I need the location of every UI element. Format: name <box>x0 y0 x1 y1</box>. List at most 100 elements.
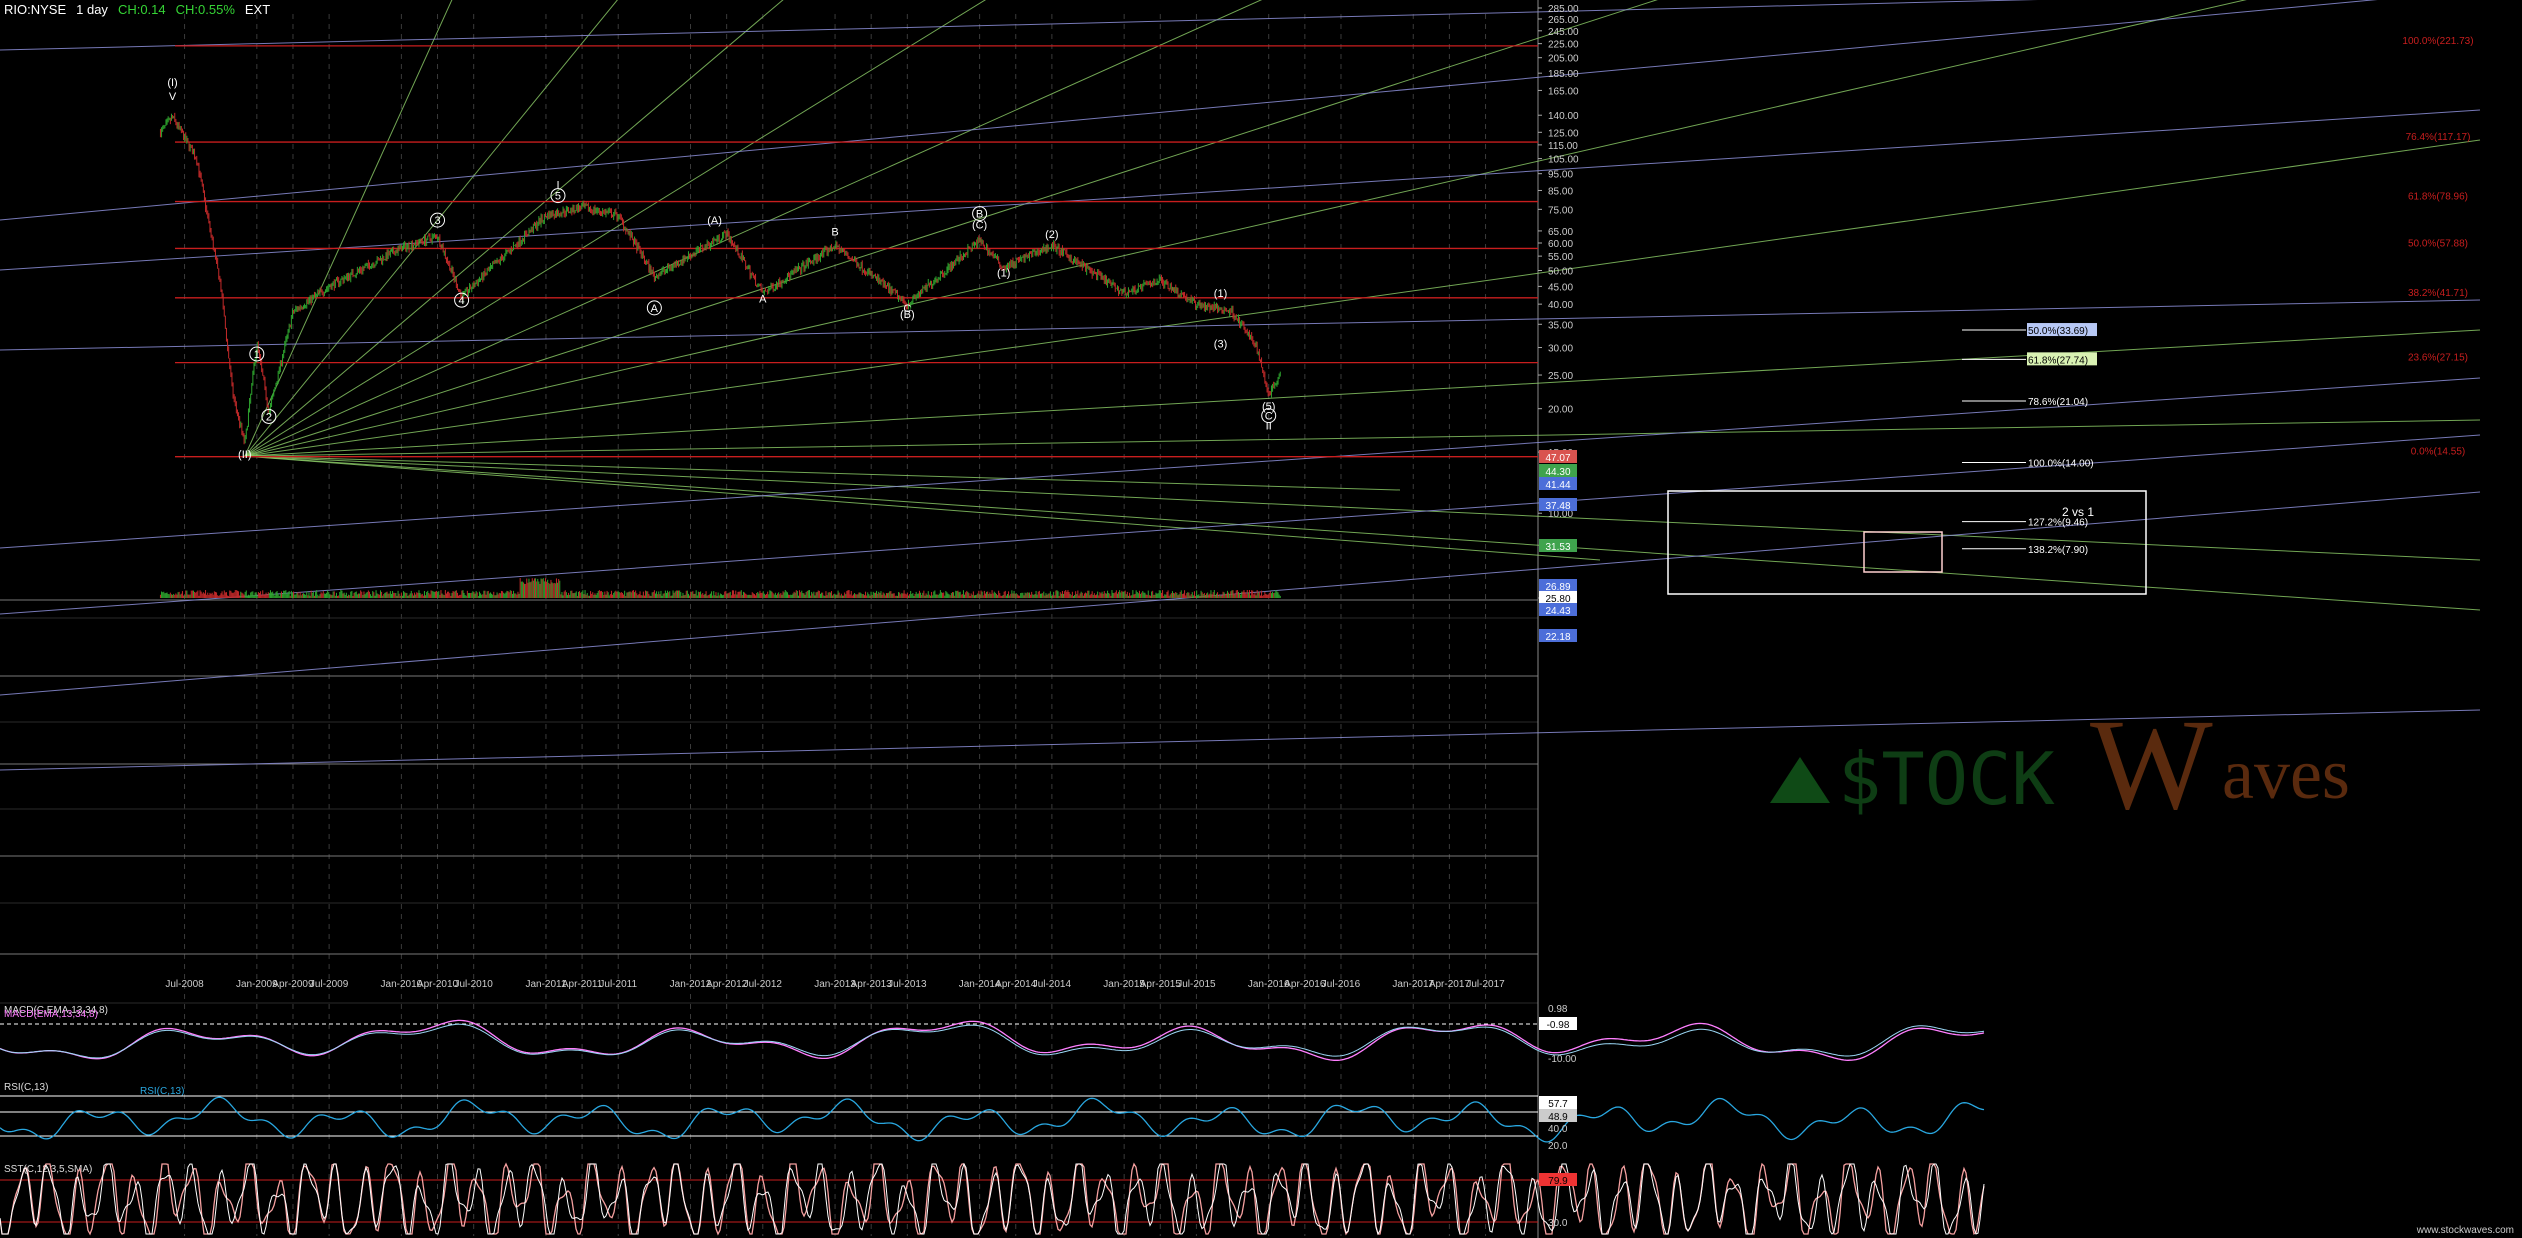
fib-label-1: 76.4%(117.17) <box>2406 132 2471 143</box>
wave-label-18: (2) <box>1045 229 1058 241</box>
wave-label-4: 2 <box>266 411 272 423</box>
wave-label-8: 5 <box>555 191 561 203</box>
price-tag-3: 37.48 <box>1545 501 1570 512</box>
symbol-label: RIO:NYSE <box>4 2 67 17</box>
xtick-label-21: Jul-2015 <box>1177 979 1216 990</box>
watermark-w: W <box>2090 693 2213 837</box>
g-sst-ytick-1: 30.0 <box>1548 1218 1568 1229</box>
ytick-label-5: 185.00 <box>1548 69 1579 80</box>
chart-header: RIO:NYSE 1 day CH:0.14 CH:0.55% EXT <box>4 2 280 17</box>
fib-label-2: 61.8%(78.96) <box>2408 192 2468 203</box>
g-rsi-ytick-2: 20.0 <box>1548 1141 1568 1152</box>
wave-label-16: (C) <box>972 220 987 232</box>
interval-label: 1 day <box>76 2 108 17</box>
wave-label-12: B <box>831 227 838 239</box>
wave-label-2: (II) <box>238 449 251 461</box>
watermark-text-left: $TOCK <box>1838 737 2055 821</box>
ytick-label-16: 55.00 <box>1548 252 1573 263</box>
price-tag-2: 41.44 <box>1545 480 1570 491</box>
price-tag-8: 22.18 <box>1545 632 1570 643</box>
fib-label-4: 38.2%(41.71) <box>2408 288 2468 299</box>
wave-label-5: 3 <box>434 215 440 227</box>
xtick-label-24: Jul-2016 <box>1322 979 1361 990</box>
ytick-label-7: 140.00 <box>1548 111 1579 122</box>
ytick-label-9: 115.00 <box>1548 141 1578 152</box>
wave-label-10: A <box>651 303 659 315</box>
ytick-label-15: 60.00 <box>1548 239 1573 250</box>
ytick-label-20: 35.00 <box>1548 320 1573 331</box>
price-tag-1: 44.30 <box>1545 467 1570 478</box>
ytick-label-1: 265.00 <box>1548 15 1579 26</box>
fib-label-0: 100.0%(221.73) <box>2402 36 2473 47</box>
g-macd-ytick-0: 0.98 <box>1548 1004 1568 1015</box>
xtick-label-3: Jul-2009 <box>310 979 349 990</box>
target-label-1: 61.8%(27.74) <box>2028 355 2088 366</box>
xtick-label-20: Apr-2015 <box>1140 979 1182 990</box>
ytick-label-6: 165.00 <box>1548 86 1579 97</box>
change-pct: CH:0.55% <box>175 2 235 17</box>
xtick-label-6: Jul-2010 <box>454 979 493 990</box>
wave-label-20: (3) <box>1214 339 1227 351</box>
xtick-label-12: Jul-2012 <box>744 979 783 990</box>
ytick-label-19: 40.00 <box>1548 300 1573 311</box>
wave-label-19: (1) <box>1214 288 1227 300</box>
wave-label-1: V <box>169 91 177 103</box>
xtick-label-11: Apr-2012 <box>706 979 748 990</box>
ytick-label-13: 75.00 <box>1548 205 1573 216</box>
g-rsi-title: RSI(C,13) <box>4 1082 48 1093</box>
price-tag-7: 24.43 <box>1545 606 1570 617</box>
chart-background <box>0 0 2522 1238</box>
ytick-label-10: 105.00 <box>1548 155 1579 166</box>
wave-label-17: (1) <box>997 268 1010 280</box>
ytick-label-23: 20.00 <box>1548 405 1573 416</box>
wave-label-0: (I) <box>167 77 177 89</box>
wave-label-14: (B) <box>900 309 915 321</box>
xtick-label-5: Apr-2010 <box>417 979 459 990</box>
xtick-label-0: Jul-2008 <box>165 979 204 990</box>
chart-canvas[interactable]: $TOCK W aves 100.0%(221.73) 76.4%(117.17)… <box>0 0 2522 1238</box>
wave-label-11: A <box>759 293 767 305</box>
target-label-4: 127.2%(9.46) <box>2028 518 2088 529</box>
g-rsi-ytick-1: 40.0 <box>1548 1124 1568 1135</box>
wave-label-3: 1 <box>254 349 260 361</box>
xtick-label-8: Apr-2011 <box>562 979 603 990</box>
ytick-label-4: 205.00 <box>1548 54 1579 65</box>
xtick-label-26: Apr-2017 <box>1429 979 1471 990</box>
fib-label-6: 0.0%(14.55) <box>2411 447 2465 458</box>
price-tag-4: 31.53 <box>1545 542 1570 553</box>
target-label-0: 50.0%(33.69) <box>2028 326 2088 337</box>
g-macd-current-0: -0.98 <box>1547 1020 1570 1031</box>
price-tag-0: 47.07 <box>1545 453 1570 464</box>
ytick-label-12: 85.00 <box>1548 186 1573 197</box>
ext-label: EXT <box>244 2 271 17</box>
xtick-label-2: Apr-2009 <box>272 979 314 990</box>
ytick-label-11: 95.00 <box>1548 170 1573 181</box>
ytick-label-21: 30.00 <box>1548 344 1573 355</box>
xtick-label-23: Apr-2016 <box>1284 979 1326 990</box>
ytick-label-2: 245.00 <box>1548 27 1579 38</box>
ytick-label-0: 285.00 <box>1548 4 1579 15</box>
wave-label-6: 4 <box>459 295 465 307</box>
ytick-label-8: 125.00 <box>1548 128 1579 139</box>
ytick-label-14: 65.00 <box>1548 227 1573 238</box>
target-label-2: 78.6%(21.04) <box>2028 397 2088 408</box>
g-rsi-current-1: 48.9 <box>1548 1112 1568 1123</box>
xtick-label-18: Jul-2014 <box>1033 979 1072 990</box>
xtick-label-17: Apr-2014 <box>995 979 1037 990</box>
target-label-5: 138.2%(7.90) <box>2028 545 2088 556</box>
target-label-3: 100.0%(14.00) <box>2028 458 2094 469</box>
watermark-text-right: aves <box>2222 734 2350 814</box>
xtick-label-15: Jul-2013 <box>888 979 927 990</box>
g-sst-current-0: 79.9 <box>1548 1176 1568 1187</box>
xtick-label-9: Jul-2011 <box>599 979 637 990</box>
ytick-label-17: 50.00 <box>1548 266 1573 277</box>
g-macd-overlay-label: MACD(EMA,13,34,8) <box>4 1009 98 1020</box>
g-rsi-current-0: 57.7 <box>1548 1099 1568 1110</box>
g-rsi-overlay-label: RSI(C,13) <box>140 1086 184 1097</box>
xtick-label-27: Jul-2017 <box>1466 979 1505 990</box>
ytick-label-3: 225.00 <box>1548 40 1579 51</box>
change-abs: CH:0.14 <box>117 2 166 17</box>
fib-label-5: 23.6%(27.15) <box>2408 353 2468 364</box>
xtick-label-14: Apr-2013 <box>851 979 893 990</box>
ytick-label-22: 25.00 <box>1548 371 1573 382</box>
